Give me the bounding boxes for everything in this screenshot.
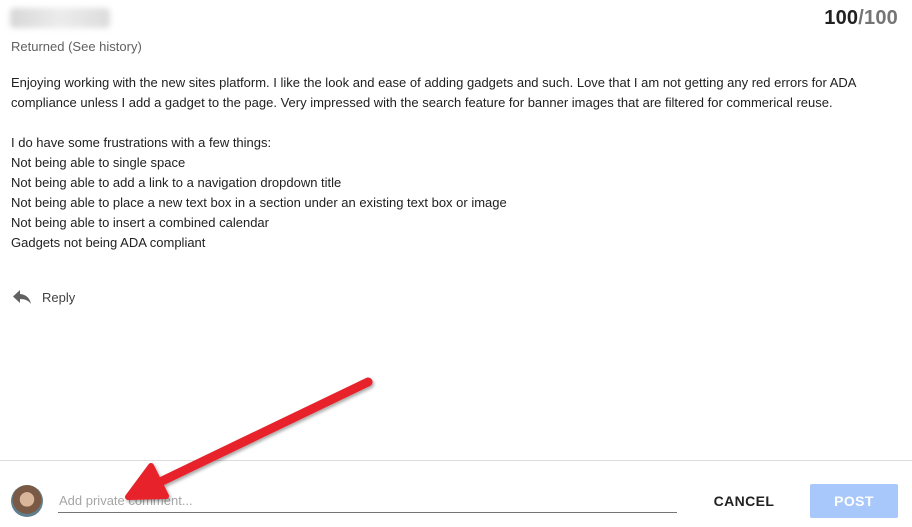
- reply-button[interactable]: Reply: [12, 289, 75, 305]
- grade-display: 100/100: [824, 7, 898, 30]
- submission-line: Not being able to add a link to a naviga…: [11, 175, 342, 190]
- submission-text: Enjoying working with the new sites plat…: [11, 73, 891, 253]
- comment-divider: [0, 460, 912, 461]
- submission-line: Not being able to insert a combined cale…: [11, 215, 269, 230]
- avatar: [11, 485, 43, 517]
- submission-line: Not being able to single space: [11, 155, 186, 170]
- post-button[interactable]: POST: [810, 484, 898, 518]
- reply-icon: [12, 289, 32, 305]
- submission-line: I do have some frustrations with a few t…: [11, 135, 272, 150]
- student-name-blurred: [10, 8, 110, 28]
- grade-total: 100: [864, 7, 898, 29]
- submission-line: Gadgets not being ADA compliant: [11, 235, 206, 250]
- reply-label: Reply: [42, 289, 76, 305]
- submission-paragraph: Enjoying working with the new sites plat…: [11, 75, 856, 110]
- grade-score: 100: [824, 7, 859, 29]
- submission-panel: 100/100 Returned (See history) Enjoying …: [0, 0, 912, 527]
- status-history-link[interactable]: Returned (See history): [11, 39, 142, 54]
- private-comment-input[interactable]: [58, 490, 677, 513]
- submission-line: Not being able to place a new text box i…: [11, 195, 507, 210]
- cancel-button[interactable]: CANCEL: [702, 485, 786, 517]
